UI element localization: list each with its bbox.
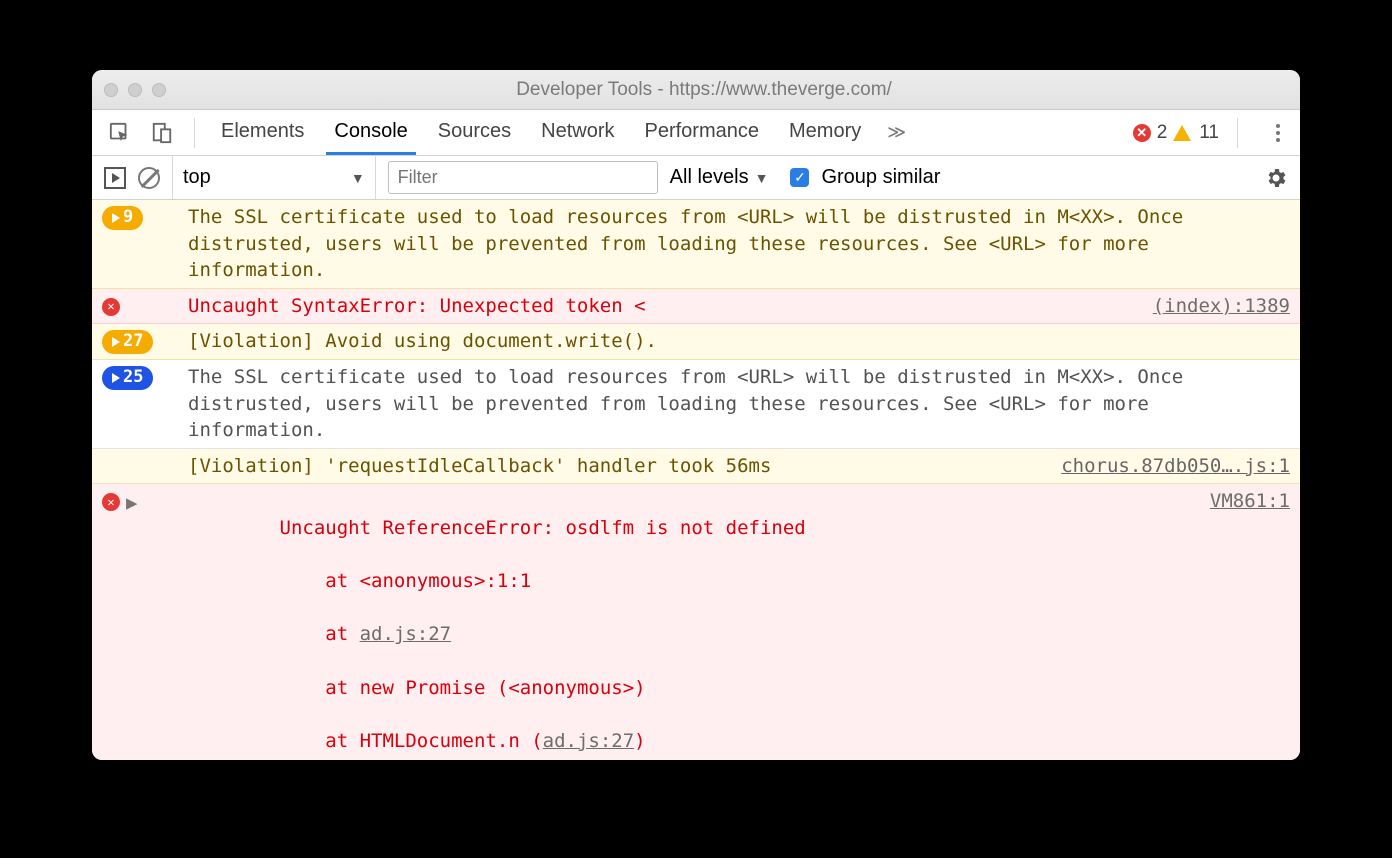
- close-icon[interactable]: [104, 83, 118, 97]
- message-text: The SSL certificate used to load resourc…: [188, 204, 1290, 284]
- tab-sources[interactable]: Sources: [430, 110, 519, 155]
- titlebar: Developer Tools - https://www.theverge.c…: [92, 70, 1300, 110]
- source-link[interactable]: ad.js:27: [543, 730, 635, 752]
- zoom-icon[interactable]: [152, 83, 166, 97]
- console-row[interactable]: 27 [Violation] Avoid using document.writ…: [92, 324, 1300, 360]
- source-link[interactable]: ad.js:27: [360, 623, 452, 645]
- message-text: [Violation] Avoid using document.write()…: [188, 328, 1290, 355]
- group-similar-label: Group similar: [821, 166, 940, 189]
- error-icon: ✕: [1133, 124, 1151, 142]
- clear-console-icon[interactable]: [138, 167, 160, 189]
- console-row[interactable]: ✕ ▶ Uncaught ReferenceError: osdlfm is no…: [92, 484, 1300, 760]
- expand-icon[interactable]: ▶: [126, 490, 137, 517]
- tab-memory[interactable]: Memory: [781, 110, 869, 155]
- group-count-pill[interactable]: 25: [102, 366, 153, 390]
- more-menu-icon[interactable]: [1266, 124, 1290, 142]
- devtools-window: Developer Tools - https://www.theverge.c…: [92, 70, 1300, 760]
- group-count-pill[interactable]: 27: [102, 330, 153, 354]
- chevron-down-icon: ▼: [351, 170, 365, 186]
- console-row[interactable]: [Violation] 'requestIdleCallback' handle…: [92, 449, 1300, 485]
- error-icon: ✕: [102, 493, 120, 511]
- warning-icon: [1173, 125, 1191, 141]
- context-value: top: [183, 166, 211, 189]
- chevron-down-icon: ▼: [755, 170, 769, 186]
- source-link[interactable]: chorus.87db050….js:1: [1061, 453, 1290, 480]
- issue-counts[interactable]: ✕ 2 11: [1133, 122, 1219, 144]
- toggle-sidebar-icon[interactable]: [104, 167, 126, 189]
- traffic-lights[interactable]: [104, 83, 166, 97]
- warning-count: 11: [1199, 122, 1219, 144]
- message-text: Uncaught SyntaxError: Unexpected token <: [188, 293, 1143, 320]
- filter-input[interactable]: [388, 161, 658, 194]
- tab-network[interactable]: Network: [533, 110, 622, 155]
- console-row[interactable]: ✕ Uncaught SyntaxError: Unexpected token…: [92, 289, 1300, 325]
- message-text: [Violation] 'requestIdleCallback' handle…: [188, 453, 1051, 480]
- log-level-value: All levels: [670, 166, 749, 189]
- message-text: The SSL certificate used to load resourc…: [188, 364, 1290, 444]
- message-text: Uncaught ReferenceError: osdlfm is not d…: [188, 488, 1200, 760]
- settings-icon[interactable]: [1264, 166, 1288, 190]
- divider: [1237, 118, 1238, 148]
- error-icon: ✕: [102, 298, 120, 316]
- error-count: 2: [1157, 122, 1168, 144]
- group-similar-checkbox[interactable]: ✓: [790, 168, 809, 187]
- window-title: Developer Tools - https://www.theverge.c…: [180, 79, 1288, 101]
- tab-performance[interactable]: Performance: [637, 110, 768, 155]
- console-row[interactable]: 9 The SSL certificate used to load resou…: [92, 200, 1300, 289]
- tab-console[interactable]: Console: [326, 110, 415, 155]
- source-link[interactable]: (index):1389: [1153, 293, 1290, 320]
- tab-elements[interactable]: Elements: [213, 110, 312, 155]
- panel-tabs: Elements Console Sources Network Perform…: [92, 110, 1300, 156]
- device-toolbar-icon[interactable]: [148, 119, 176, 147]
- divider: [194, 118, 195, 148]
- console-toolbar: top ▼ All levels ▼ ✓ Group similar: [92, 156, 1300, 200]
- console-messages[interactable]: 9 The SSL certificate used to load resou…: [92, 200, 1300, 760]
- source-link[interactable]: VM861:1: [1210, 488, 1290, 760]
- more-tabs-icon[interactable]: ≫: [887, 122, 906, 143]
- console-row[interactable]: 25 The SSL certificate used to load reso…: [92, 360, 1300, 449]
- minimize-icon[interactable]: [128, 83, 142, 97]
- group-count-pill[interactable]: 9: [102, 206, 143, 230]
- log-level-selector[interactable]: All levels ▼: [670, 166, 769, 189]
- context-selector[interactable]: top ▼: [172, 156, 376, 199]
- inspect-icon[interactable]: [106, 119, 134, 147]
